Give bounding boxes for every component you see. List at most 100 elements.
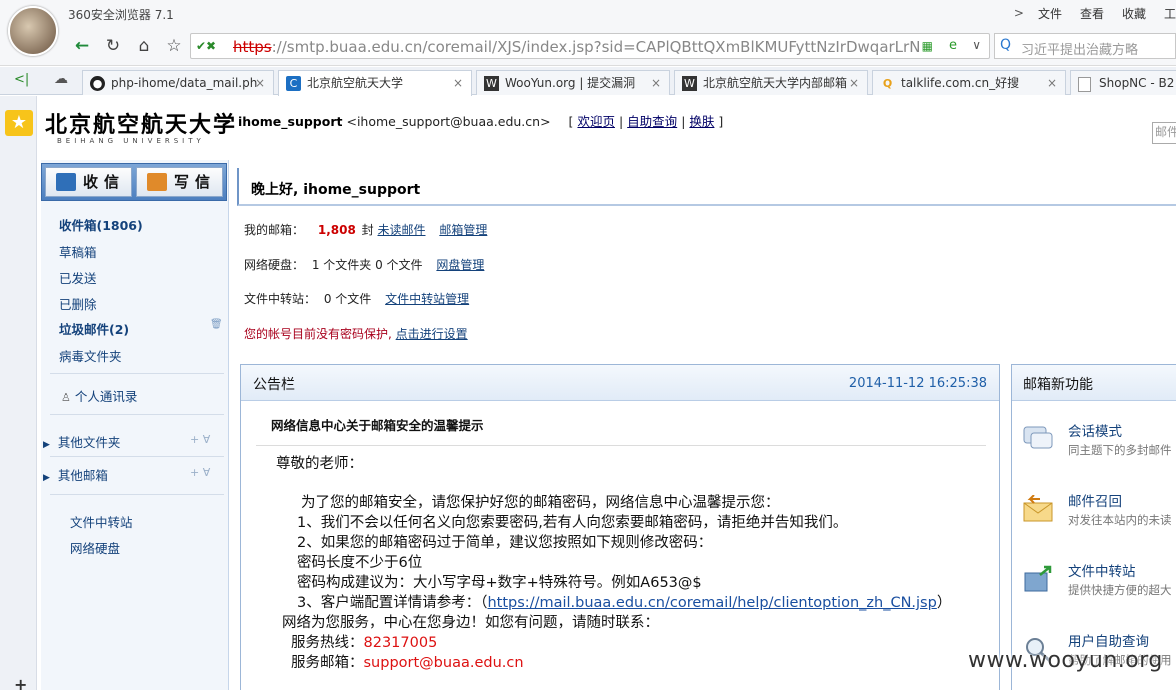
trash-empty-icon[interactable]: 🗑 — [210, 319, 223, 330]
qrcode-icon[interactable]: ▦ — [922, 39, 933, 53]
browser-navbar: ← ↻ ⌂ ☆ ✔✖ https://smtp.buaa.edu.cn/core… — [0, 30, 1176, 66]
divider — [50, 494, 224, 495]
notice-panel: 公告栏 2014-11-12 16:25:38 网络信息中心关于邮箱安全的温馨提… — [240, 364, 1000, 690]
receive-mail-button[interactable]: 收信 — [45, 167, 132, 197]
feature-file-transfer[interactable]: 文件中转站 — [1068, 560, 1136, 580]
hotline-number: 82317005 — [363, 635, 438, 651]
hotline-line: 服务热线：82317005 — [291, 635, 438, 651]
mailbox-manage-link[interactable]: 邮箱管理 — [439, 223, 487, 237]
add-icon[interactable]: + — [14, 675, 27, 694]
divider — [50, 456, 224, 457]
feature-desc: 提供快捷方便的超大 — [1068, 583, 1172, 597]
tab-close-icon[interactable]: × — [651, 71, 661, 95]
refresh-icon[interactable]: ↻ — [101, 34, 125, 58]
unread-mail-link[interactable]: 未读邮件 — [377, 223, 425, 237]
features-header: 邮箱新功能 — [1012, 365, 1176, 401]
transfer-manage-link[interactable]: 文件中转站管理 — [385, 292, 469, 306]
folder-spam[interactable]: 垃圾邮件(2) — [59, 319, 129, 338]
other-folders[interactable]: ▶ 其他文件夹 — [43, 432, 120, 451]
folder-inbox[interactable]: 收件箱(1806) — [59, 215, 143, 234]
home-icon[interactable]: ⌂ — [132, 34, 156, 58]
feature-desc: 对发往本站内的未读 — [1068, 513, 1172, 527]
folder-deleted[interactable]: 已删除 — [59, 294, 97, 313]
notice-line: 为了您的邮箱安全，请您保护好您的邮箱密码，网络信息中心温馨提示您： — [301, 495, 780, 511]
expand-triangle-icon[interactable]: ▶ — [43, 473, 50, 483]
tab-beihang-mail[interactable]: C 北京航空航天大学 × — [278, 70, 472, 96]
notice-line: 2、如果您的邮箱密码过于简单，建议您按照如下规则修改密码： — [297, 535, 713, 551]
feature-self-query[interactable]: 用户自助查询 — [1068, 630, 1149, 650]
contacts-link[interactable]: ♙ 个人通讯录 — [61, 386, 137, 405]
search-input[interactable]: 习近平提出治藏方略 — [1021, 39, 1138, 58]
inbox-download-icon — [56, 173, 76, 191]
tab-wooyun-submit[interactable]: W WooYun.org | 提交漏洞 × — [476, 70, 670, 95]
favorites-star-icon[interactable]: ★ — [5, 110, 33, 136]
expand-triangle-icon[interactable]: ▶ — [43, 440, 50, 450]
mail-search-input[interactable]: 邮件 — [1152, 122, 1176, 144]
wooyun-icon: W — [682, 76, 697, 91]
notice-title: 公告栏 — [253, 377, 295, 393]
mail-count: 1,808 — [317, 223, 356, 237]
compose-pencil-icon — [147, 173, 167, 191]
welcome-link[interactable]: 欢迎页 — [577, 114, 615, 129]
netdisk-summary: 网络硬盘： 1 个文件夹 0 个文件 网盘管理 — [244, 258, 485, 272]
person-icon: ♙ — [61, 391, 71, 404]
notice-header: 公告栏 2014-11-12 16:25:38 — [241, 365, 999, 401]
change-skin-link[interactable]: 换肤 — [689, 114, 714, 129]
folder-sent[interactable]: 已发送 — [59, 268, 97, 287]
netdisk-link[interactable]: 网络硬盘 — [70, 538, 120, 557]
feature-conversation-mode[interactable]: 会话模式 — [1068, 420, 1122, 440]
cloud-icon[interactable]: ☁ — [54, 71, 68, 87]
features-panel: 邮箱新功能 会话模式 同主题下的多封邮件 邮件召回 对发往本站内的未读 文件中转… — [1011, 364, 1176, 690]
browser-titlebar: 360安全浏览器 7.1 > 文件 查看 收藏 工 — [0, 0, 1176, 30]
security-setup-link[interactable]: 点击进行设置 — [396, 327, 468, 341]
dropdown-chevron-icon[interactable]: ∨ — [972, 38, 981, 52]
compat-mode-icon[interactable]: e — [949, 38, 957, 53]
search-box[interactable]: Q 习近平提出治藏方略 — [994, 33, 1176, 59]
url-text[interactable]: https://smtp.buaa.edu.cn/coremail/XJS/in… — [233, 38, 920, 56]
other-mailboxes[interactable]: ▶ 其他邮箱 — [43, 465, 108, 484]
search-icon[interactable]: Q — [1000, 37, 1011, 53]
tab-close-icon[interactable]: × — [1047, 71, 1057, 95]
features-title: 邮箱新功能 — [1023, 377, 1093, 393]
notice-line: 1、我们不会以任何名义向您索要密码,若有人向您索要邮箱密码，请拒绝并告知我们。 — [297, 515, 848, 531]
file-transfer-icon — [1024, 565, 1052, 592]
tab-php-ihome[interactable]: ● php-ihome/data_mail.ph × — [82, 70, 274, 95]
certificate-warning-icon[interactable]: ✔✖ — [196, 39, 216, 53]
tab-wooyun-beihang[interactable]: W 北京航空航天大学内部邮箱 × — [674, 70, 868, 95]
tab-haosou[interactable]: Q talklife.com.cn_好搜 × — [872, 70, 1066, 95]
security-warning: 您的帐号目前没有密码保护, 点击进行设置 — [244, 327, 468, 341]
menu-favorites[interactable]: 收藏 — [1122, 5, 1146, 22]
notice-line: 密码构成建议为：大小写字母+数字+特殊符号。例如A653@$ — [297, 575, 702, 591]
compose-mail-button[interactable]: 写信 — [136, 167, 223, 197]
username: ihome_support — [238, 114, 343, 129]
address-bar[interactable]: ✔✖ https://smtp.buaa.edu.cn/coremail/XJS… — [190, 33, 990, 59]
tab-shopnc[interactable]: ShopNC - B2 — [1070, 70, 1176, 95]
tab-scroll-left-icon[interactable]: <| — [14, 72, 29, 87]
menu-file[interactable]: 文件 — [1038, 5, 1062, 22]
user-info-line: ihome_support <ihome_support@buaa.edu.cn… — [238, 114, 724, 129]
haosou-icon: Q — [882, 77, 893, 90]
feature-mail-recall[interactable]: 邮件召回 — [1068, 490, 1122, 510]
service-email-line: 服务邮箱：support@buaa.edu.cn — [291, 655, 524, 671]
self-query-link[interactable]: 自助查询 — [627, 114, 677, 129]
user-avatar[interactable] — [8, 6, 58, 56]
star-favorite-icon[interactable]: ☆ — [162, 34, 186, 58]
mailbox-summary: 我的邮箱： 1,808 封 未读邮件 邮箱管理 — [244, 223, 488, 237]
folder-drafts[interactable]: 草稿箱 — [59, 242, 97, 261]
file-transfer-link[interactable]: 文件中转站 — [70, 512, 133, 531]
notice-line: 3、客户端配置详情请参考：（https://mail.buaa.edu.cn/c… — [297, 595, 952, 611]
menu-tools[interactable]: 工 — [1164, 5, 1176, 22]
back-arrow-icon[interactable]: ← — [70, 34, 94, 58]
greeting-title: 晚上好, ihome_support — [251, 182, 421, 198]
chevron-right-icon[interactable]: > — [1014, 6, 1024, 20]
tab-close-icon[interactable]: × — [453, 71, 463, 95]
feature-desc: 同主题下的多封邮件 — [1068, 443, 1172, 457]
client-help-link[interactable]: https://mail.buaa.edu.cn/coremail/help/c… — [487, 595, 936, 611]
university-logo: 北京航空航天大学 BEIHANG UNIVERSITY — [45, 112, 238, 145]
netdisk-manage-link[interactable]: 网盘管理 — [436, 258, 484, 272]
menu-view[interactable]: 查看 — [1080, 5, 1104, 22]
folder-virus[interactable]: 病毒文件夹 — [59, 346, 122, 365]
tab-close-icon[interactable]: × — [849, 71, 859, 95]
tab-close-icon[interactable]: × — [255, 71, 265, 95]
divider — [50, 414, 224, 415]
